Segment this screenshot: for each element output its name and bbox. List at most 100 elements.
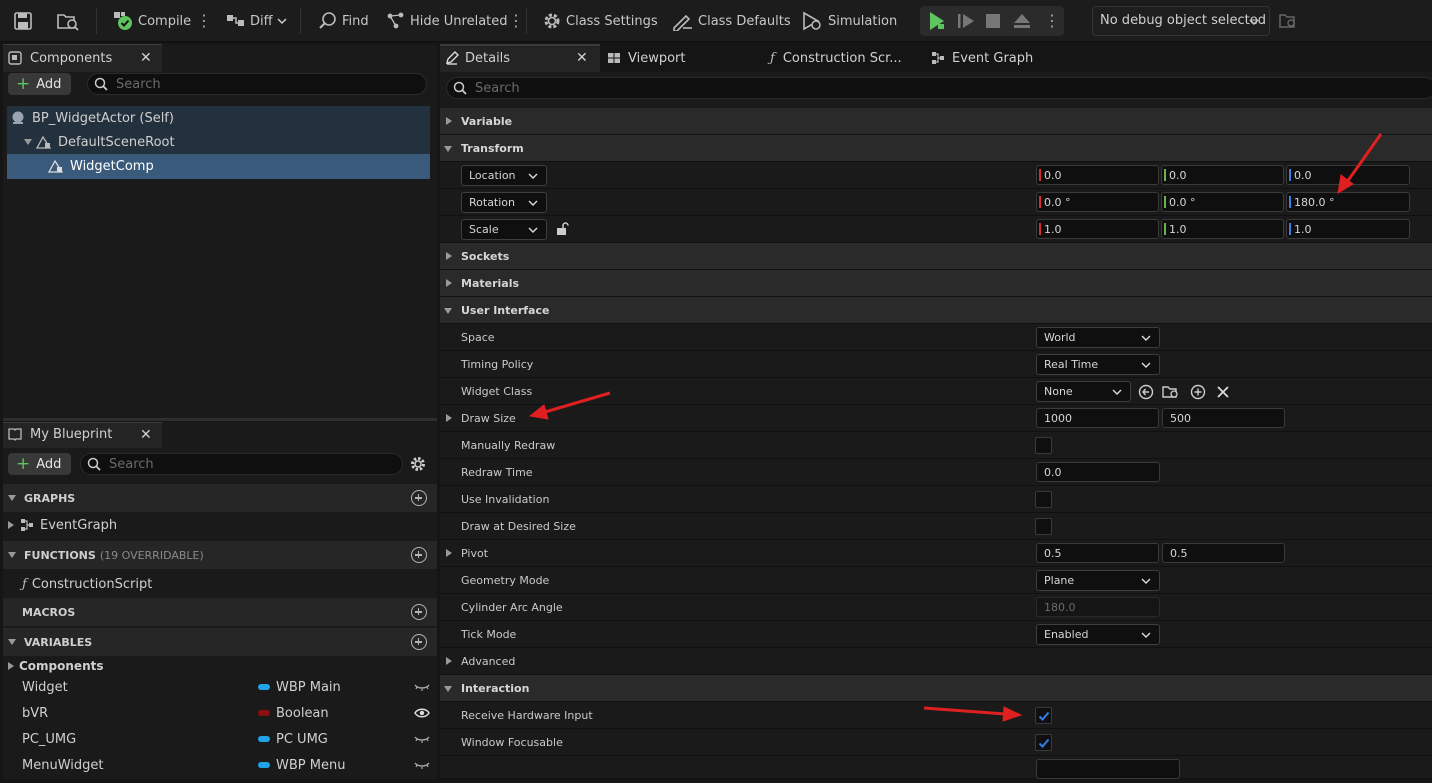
location-y-field[interactable]: 0.0: [1161, 165, 1284, 185]
simulation-button[interactable]: Simulation: [802, 6, 897, 36]
components-search-input[interactable]: Search: [87, 73, 427, 95]
tree-item-default-scene-root[interactable]: DefaultSceneRoot: [24, 130, 175, 154]
property-label: Advanced: [461, 655, 516, 668]
category-interaction[interactable]: Interaction: [440, 675, 1432, 702]
rotation-z-field[interactable]: 180.0 °: [1286, 192, 1410, 212]
tree-item-widget-comp[interactable]: WidgetComp: [48, 154, 154, 178]
draw-size-x-field[interactable]: 1000: [1036, 408, 1159, 428]
scale-z-field[interactable]: 1.0: [1286, 219, 1410, 239]
close-icon[interactable]: ✕: [140, 427, 152, 443]
category-transform[interactable]: Transform: [440, 135, 1432, 162]
space-dropdown[interactable]: World: [1036, 327, 1160, 348]
settings-gear-button[interactable]: [409, 455, 427, 473]
geometry-mode-dropdown[interactable]: Plane: [1036, 570, 1160, 591]
window-focusable-checkbox[interactable]: [1035, 734, 1052, 751]
variables-section-header[interactable]: VARIABLES: [3, 628, 437, 656]
macros-section-header[interactable]: MACROS: [3, 598, 437, 626]
draw-at-desired-size-checkbox[interactable]: [1035, 518, 1052, 535]
play-button[interactable]: [926, 6, 952, 36]
add-variable-icon[interactable]: [411, 634, 427, 650]
event-graph-tab[interactable]: Event Graph: [931, 44, 1033, 72]
construction-script-item[interactable]: ƒ ConstructionScript: [22, 571, 152, 597]
add-function-icon[interactable]: [411, 547, 427, 563]
construction-script-tab[interactable]: ƒ Construction Scr...: [770, 44, 902, 72]
stop-button[interactable]: [984, 6, 1006, 36]
chevron-down-icon: [528, 227, 538, 233]
close-icon[interactable]: ✕: [576, 50, 588, 66]
manually-redraw-checkbox[interactable]: [1035, 437, 1052, 454]
receive-hardware-input-checkbox[interactable]: [1035, 707, 1052, 724]
add-component-button[interactable]: + Add: [8, 73, 72, 95]
debug-browse-button[interactable]: [1278, 6, 1302, 36]
variable-row[interactable]: PC_UMG PC UMG: [22, 726, 432, 752]
collapse-arrow-icon: [8, 552, 16, 558]
category-variable[interactable]: Variable: [440, 108, 1432, 135]
compile-button[interactable]: Compile: [112, 6, 191, 36]
hide-unrelated-button[interactable]: Hide Unrelated: [386, 6, 508, 36]
save-button[interactable]: [12, 6, 38, 36]
folder-search-icon[interactable]: [1162, 384, 1180, 400]
add-graph-icon[interactable]: [411, 490, 427, 506]
diff-button[interactable]: Diff: [226, 6, 292, 36]
redraw-time-field[interactable]: 0.0: [1036, 462, 1160, 482]
class-settings-button[interactable]: Class Settings: [542, 6, 658, 36]
debug-object-dropdown[interactable]: No debug object selected: [1092, 6, 1270, 36]
clear-icon[interactable]: [1216, 385, 1230, 399]
construction-script-label: ConstructionScript: [31, 576, 153, 592]
scale-dropdown[interactable]: Scale: [461, 219, 547, 240]
eye-closed-icon[interactable]: [414, 759, 430, 771]
partial-dropdown[interactable]: [1036, 759, 1180, 779]
scale-x-field[interactable]: 1.0: [1036, 219, 1159, 239]
category-sockets[interactable]: Sockets: [440, 243, 1432, 270]
compile-options-button[interactable]: ⋮: [196, 6, 212, 36]
eject-button[interactable]: [1012, 6, 1036, 36]
hide-unrelated-options-button[interactable]: ⋮: [508, 6, 524, 36]
location-dropdown[interactable]: Location: [461, 165, 547, 186]
eye-closed-icon[interactable]: [414, 681, 430, 693]
pivot-y-field[interactable]: 0.5: [1162, 543, 1285, 563]
location-x-field[interactable]: 0.0: [1036, 165, 1159, 185]
step-button[interactable]: [956, 6, 980, 36]
lock-icon[interactable]: [555, 222, 569, 236]
close-icon[interactable]: ✕: [140, 50, 152, 66]
pivot-x-field[interactable]: 0.5: [1036, 543, 1159, 563]
category-materials[interactable]: Materials: [440, 270, 1432, 297]
add-blueprint-item-button[interactable]: + Add: [8, 453, 72, 475]
add-macro-icon[interactable]: [411, 604, 427, 620]
viewport-tab[interactable]: Viewport: [607, 44, 686, 72]
event-graph-item[interactable]: EventGraph: [8, 512, 117, 538]
play-options-button[interactable]: ⋮: [1044, 6, 1060, 36]
rotation-y-field[interactable]: 0.0 °: [1161, 192, 1284, 212]
rotation-dropdown[interactable]: Rotation: [461, 192, 547, 213]
widget-class-dropdown[interactable]: None: [1036, 381, 1131, 402]
eye-closed-icon[interactable]: [414, 733, 430, 745]
tick-mode-dropdown[interactable]: Enabled: [1036, 624, 1160, 645]
variable-row[interactable]: MenuWidget WBP Menu: [22, 752, 432, 778]
use-invalidation-checkbox[interactable]: [1035, 491, 1052, 508]
variable-row[interactable]: bVR Boolean: [22, 700, 432, 726]
my-blueprint-search-input[interactable]: Search: [80, 453, 403, 475]
functions-section-header[interactable]: FUNCTIONS (19 OVERRIDABLE): [3, 541, 437, 569]
scale-y-field[interactable]: 1.0: [1161, 219, 1284, 239]
chevron-down-icon: [528, 173, 538, 179]
use-selected-icon[interactable]: [1138, 384, 1154, 400]
expand-arrow-icon[interactable]: [446, 414, 452, 422]
category-user-interface[interactable]: User Interface: [440, 297, 1432, 324]
draw-size-y-field[interactable]: 500: [1162, 408, 1285, 428]
eye-open-icon[interactable]: [414, 707, 430, 719]
details-search-input[interactable]: Search: [446, 77, 1432, 99]
graphs-section-header[interactable]: GRAPHS: [3, 484, 437, 512]
rotation-x-field[interactable]: 0.0 °: [1036, 192, 1159, 212]
class-defaults-button[interactable]: Class Defaults: [672, 6, 791, 36]
expand-arrow-icon[interactable]: [446, 549, 452, 557]
find-button[interactable]: Find: [318, 6, 369, 36]
location-z-field[interactable]: 0.0: [1286, 165, 1410, 185]
advanced-row[interactable]: Advanced: [440, 648, 1432, 675]
add-label: Add: [36, 76, 62, 92]
browse-button[interactable]: [56, 6, 84, 36]
timing-policy-dropdown[interactable]: Real Time: [1036, 354, 1160, 375]
property-label: Space: [461, 331, 495, 344]
variable-row[interactable]: Widget WBP Main: [22, 674, 432, 700]
add-circle-icon[interactable]: [1190, 384, 1206, 400]
tree-item-self[interactable]: BP_WidgetActor (Self): [10, 106, 174, 130]
